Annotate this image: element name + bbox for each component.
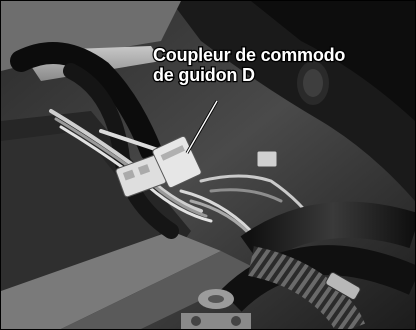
connector-callout-label: Coupleur de commodo de guidon D [152, 44, 347, 87]
callout-line-1: Coupleur de commodo [152, 44, 347, 67]
motorcycle-wiring-photo: Coupleur de commodo de guidon D [0, 0, 416, 330]
callout-line-2: de guidon D [152, 64, 257, 87]
